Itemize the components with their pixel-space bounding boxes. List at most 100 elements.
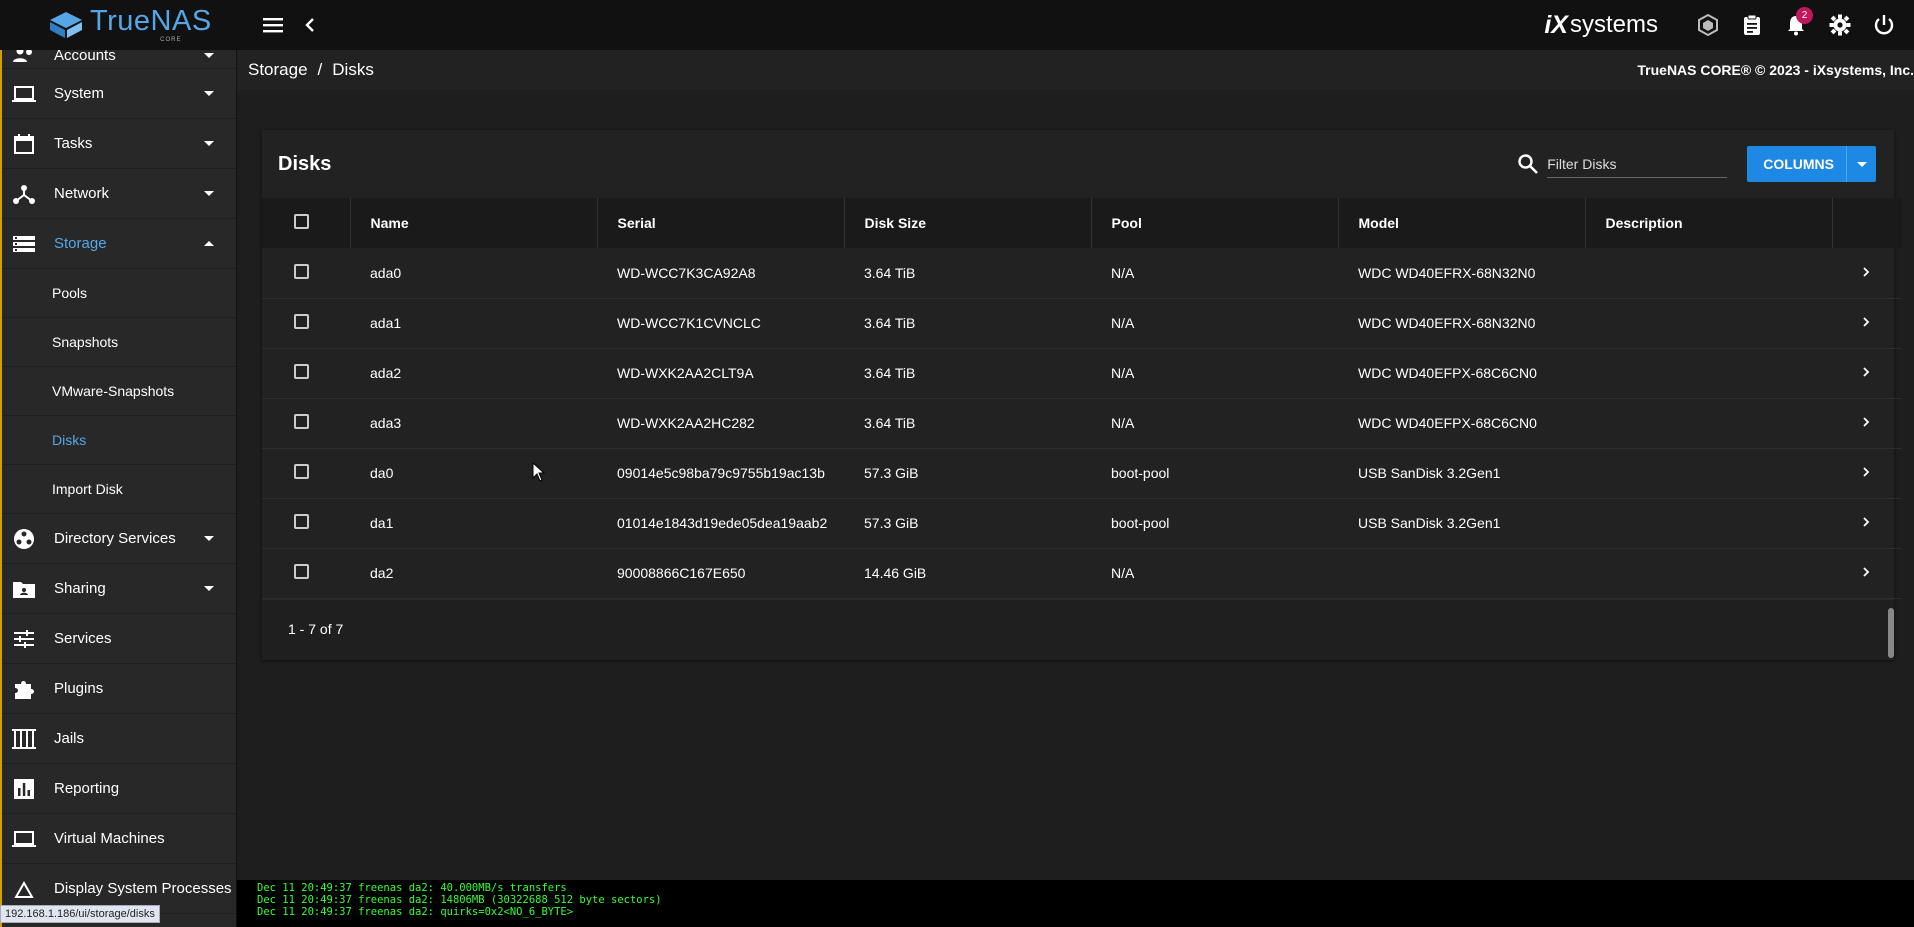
column-header-serial[interactable]: Serial	[597, 198, 845, 248]
sidebar-item-accounts[interactable]: Accounts	[2, 50, 236, 69]
cell-serial: 09014e5c98ba79c9755b19ac13b	[617, 465, 825, 481]
cell-description	[1585, 298, 1832, 348]
chevron-right-icon[interactable]	[1832, 298, 1902, 348]
chevron-right-icon[interactable]	[1832, 498, 1902, 548]
row-select-cell	[262, 398, 350, 448]
menu-icon[interactable]	[256, 7, 292, 43]
sidebar-item-label: Virtual Machines	[54, 830, 165, 847]
sidebar-item-plugins[interactable]: Plugins	[2, 664, 236, 714]
scrollbar[interactable]	[1888, 608, 1894, 658]
table-row[interactable]: da2 90008866C167E650 14.46 GiB N/A	[262, 548, 1902, 598]
chevron-right-icon[interactable]	[1832, 398, 1902, 448]
filter-disks-input[interactable]	[1547, 150, 1728, 178]
chevron-left-icon[interactable]	[292, 7, 328, 43]
cell-pool: boot-pool	[1111, 465, 1170, 481]
breadcrumb-storage[interactable]: Storage	[248, 60, 308, 80]
column-header-pool[interactable]: Pool	[1091, 198, 1339, 248]
cell-serial: 01014e1843d19ede05dea19aab2	[617, 515, 828, 531]
cell-disk-size: 3.64 TiB	[864, 264, 916, 281]
sidebar-item-tasks[interactable]: Tasks	[2, 119, 236, 169]
row-checkbox[interactable]	[294, 263, 309, 279]
gear-icon[interactable]	[1818, 0, 1862, 50]
select-all-checkbox[interactable]	[294, 214, 309, 229]
browser-status-url: 192.168.1.186/ui/storage/disks	[0, 905, 160, 923]
pagination-label: 1 - 7 of 7	[288, 621, 344, 637]
cell-name: da1	[370, 515, 394, 531]
people-icon	[12, 50, 36, 67]
sidebar-subitem-disks[interactable]: Disks	[2, 416, 236, 465]
bell-icon[interactable]: 2	[1774, 0, 1818, 50]
row-select-cell	[262, 448, 350, 498]
chevron-right-icon[interactable]	[1832, 548, 1902, 598]
cell-serial: WD-WXK2AA2HC282	[617, 415, 755, 431]
breadcrumb: Storage / Disks TrueNAS CORE® © 2023 - i…	[237, 50, 1914, 90]
column-header-name[interactable]: Name	[350, 198, 598, 248]
row-checkbox[interactable]	[294, 514, 309, 529]
truenas-logo[interactable]: TrueNAS CORE	[0, 0, 237, 50]
jail-icon	[12, 727, 36, 751]
sidebar-item-directory-services[interactable]: Directory Services	[2, 514, 236, 564]
console-line: Dec 11 20:49:37 freenas da2: 14806MB (30…	[257, 894, 662, 906]
caret-down-icon	[204, 91, 214, 96]
brand-edition: CORE	[160, 37, 182, 43]
sidebar-item-storage[interactable]: Storage	[2, 219, 236, 269]
ixsystems-logo[interactable]: iX systems	[1544, 11, 1658, 40]
table-row[interactable]: ada3 WD-WXK2AA2HC282 3.64 TiB N/A WDC WD40EF…	[262, 398, 1902, 448]
columns-button[interactable]: COLUMNS	[1747, 146, 1876, 182]
column-header-model[interactable]: Model	[1338, 198, 1586, 248]
row-checkbox[interactable]	[294, 464, 309, 479]
table-row[interactable]: ada2 WD-WXK2AA2CLT9A 3.64 TiB N/A WDC WD40EF…	[262, 348, 1902, 398]
disks-table: Name Serial Disk Size Pool Model Descrip…	[262, 198, 1902, 599]
sidebar-item-sharing[interactable]: Sharing	[2, 564, 236, 614]
column-header-description[interactable]: Description	[1585, 198, 1833, 248]
row-select-cell	[262, 348, 350, 398]
top-bar: TrueNAS CORE iX systems 2	[0, 0, 1914, 50]
clipboard-icon[interactable]	[1730, 0, 1774, 50]
caret-down-icon	[204, 53, 214, 58]
chart-icon	[12, 777, 36, 801]
sidebar-item-reporting[interactable]: Reporting	[2, 764, 236, 814]
cell-pool: N/A	[1111, 415, 1135, 431]
chevron-right-icon-svg	[1863, 317, 1870, 327]
cell-serial: 90008866C167E650	[617, 565, 746, 581]
sidebar-item-label: Storage	[54, 235, 107, 252]
pagination: 1 - 7 of 7	[262, 598, 1894, 659]
power-icon[interactable]	[1862, 0, 1906, 50]
row-checkbox[interactable]	[294, 414, 309, 429]
sidebar-item-jails[interactable]: Jails	[2, 714, 236, 764]
cell-disk-size: 14.46 GiB	[864, 565, 927, 581]
sidebar-item-virtual-machines[interactable]: Virtual Machines	[2, 814, 236, 864]
sidebar-subitem-import-disk[interactable]: Import Disk	[2, 465, 236, 514]
sidebar-item-label: Directory Services	[54, 530, 176, 547]
chevron-right-icon[interactable]	[1832, 448, 1902, 498]
sidebar-subitem-snapshots[interactable]: Snapshots	[2, 318, 236, 367]
sidebar-item-system[interactable]: System	[2, 69, 236, 119]
caret-down-icon	[204, 586, 214, 591]
console-line: Dec 11 20:49:37 freenas da2: 40.000MB/s …	[257, 882, 567, 894]
chevron-right-icon[interactable]	[1832, 348, 1902, 398]
column-header-disk-size[interactable]: Disk Size	[844, 198, 1092, 248]
sidebar-item-network[interactable]: Network	[2, 169, 236, 219]
cell-serial: WD-WXK2AA2CLT9A	[617, 365, 754, 381]
chevron-right-icon-svg	[1863, 467, 1870, 477]
row-checkbox[interactable]	[294, 364, 309, 379]
sidebar-subitem-vmware-snapshots[interactable]: VMware-Snapshots	[2, 367, 236, 416]
row-select-cell	[262, 548, 350, 598]
chevron-right-icon-svg	[1863, 267, 1870, 277]
table-row[interactable]: da0 09014e5c98ba79c9755b19ac13b 57.3 GiB bo…	[262, 448, 1902, 498]
sidebar-item-label: Network	[54, 185, 110, 202]
chevron-right-icon[interactable]	[1832, 248, 1902, 298]
sidebar-item-services[interactable]: Services	[2, 614, 236, 664]
chevron-down-icon[interactable]	[1846, 146, 1876, 182]
cell-disk-size: 57.3 GiB	[864, 465, 919, 481]
puzzle-icon	[12, 677, 36, 701]
table-row[interactable]: ada0 WD-WCC7K3CA92A8 3.64 TiB N/A WDC WD40EF…	[262, 248, 1902, 298]
cell-description	[1585, 498, 1832, 548]
row-checkbox[interactable]	[294, 314, 309, 329]
row-checkbox[interactable]	[294, 564, 309, 579]
table-row[interactable]: ada1 WD-WCC7K1CVNCLC 3.64 TiB N/A WDC WD40EF…	[262, 298, 1902, 348]
truecommand-icon[interactable]	[1686, 0, 1730, 50]
sidebar-subitem-pools[interactable]: Pools	[2, 269, 236, 318]
table-row[interactable]: da1 01014e1843d19ede05dea19aab2 57.3 GiB bo…	[262, 498, 1902, 548]
sidebar-item-label: Display System Processes	[54, 880, 232, 897]
